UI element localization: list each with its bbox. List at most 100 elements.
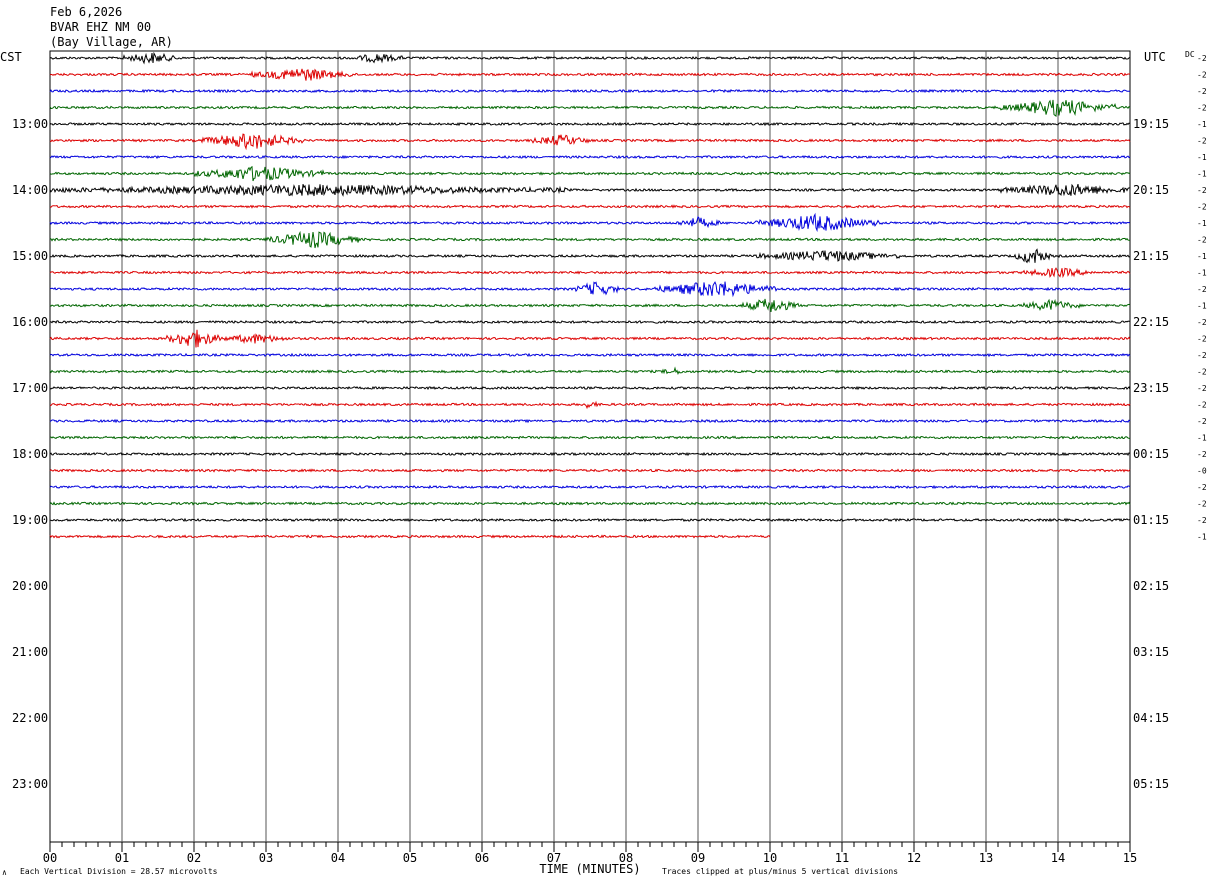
- x-tick-label: 10: [763, 851, 777, 865]
- dc-offset-label: -2: [1197, 186, 1207, 195]
- cst-axis-title: CST: [0, 50, 22, 64]
- cst-hour-label: 21:00: [12, 645, 48, 659]
- seismic-trace: [49, 366, 1131, 376]
- seismic-trace: [49, 517, 1131, 523]
- cst-hour-label: 14:00: [12, 183, 48, 197]
- dc-offset-label: -2: [1197, 137, 1207, 146]
- utc-hour-label: 00:15: [1133, 447, 1169, 461]
- seismic-trace: [49, 418, 1131, 424]
- dc-offset-label: -1: [1197, 269, 1207, 278]
- dc-label: DC: [1185, 50, 1195, 59]
- dc-offset-label: -1: [1197, 252, 1207, 261]
- dc-offset-label: -2: [1197, 71, 1207, 80]
- dc-offset-label: -2: [1197, 417, 1207, 426]
- seismic-trace: [49, 352, 1131, 358]
- dc-offset-label: -2: [1197, 483, 1207, 492]
- seismic-trace: [49, 230, 1131, 249]
- x-tick-label: 12: [907, 851, 921, 865]
- cst-hour-label: 13:00: [12, 117, 48, 131]
- seismic-trace: [49, 88, 1130, 94]
- seismic-trace: [49, 329, 1131, 348]
- seismic-trace: [49, 298, 1131, 312]
- seismogram-chart: CST UTC DC TIME (MINUTES) 00 01 02 03 04 05 06…: [0, 50, 1207, 876]
- utc-hour-label: 22:15: [1133, 315, 1169, 329]
- x-tick-label: 03: [259, 851, 273, 865]
- x-tick-label: 07: [547, 851, 561, 865]
- seismic-trace: [49, 451, 1131, 457]
- seismic-trace: [49, 484, 1131, 490]
- dc-offset-label: -1: [1197, 153, 1207, 162]
- dc-offset-label: -2: [1197, 516, 1207, 525]
- dc-offset-label: -1: [1197, 120, 1207, 129]
- cst-hour-label: 18:00: [12, 447, 48, 461]
- x-tick-label: 00: [43, 851, 57, 865]
- clipped-note: Traces clipped at plus/minus 5 vertical …: [662, 867, 899, 876]
- x-tick-label: 02: [187, 851, 201, 865]
- cst-hour-label: 20:00: [12, 579, 48, 593]
- division-note: Each Vertical Division = 28.57 microvolt…: [20, 867, 218, 876]
- cst-hour-label: 19:00: [12, 513, 48, 527]
- cst-hour-label: 17:00: [12, 381, 48, 395]
- seismic-trace: [49, 212, 1131, 233]
- seismic-trace: [49, 154, 1131, 160]
- utc-hour-label: 01:15: [1133, 513, 1169, 527]
- dc-offset-label: -2: [1197, 318, 1207, 327]
- utc-hour-label: 19:15: [1133, 117, 1169, 131]
- cst-hour-label: 15:00: [12, 249, 48, 263]
- seismic-trace: [49, 183, 1130, 197]
- dc-offset-label: -0: [1197, 467, 1207, 476]
- seismic-trace: [49, 248, 1131, 264]
- x-tick-label: 06: [475, 851, 489, 865]
- dc-offset-label: -1: [1197, 533, 1207, 542]
- seismic-trace: [49, 468, 1131, 473]
- x-tick-label: 08: [619, 851, 633, 865]
- seismic-trace: [49, 435, 1131, 440]
- seismic-trace: [49, 51, 1131, 65]
- dc-offset-label: -2: [1197, 54, 1207, 63]
- dc-offset-label: -1: [1197, 302, 1207, 311]
- utc-hour-label: 23:15: [1133, 381, 1169, 395]
- x-tick-label: 05: [403, 851, 417, 865]
- x-tick-label: 15: [1123, 851, 1137, 865]
- cst-hour-label: 22:00: [12, 711, 48, 725]
- dc-offset-label: -2: [1197, 500, 1207, 509]
- seismic-trace: [49, 385, 1131, 391]
- x-tick-label: 09: [691, 851, 705, 865]
- x-tick-label: 13: [979, 851, 993, 865]
- seismic-trace: [49, 281, 1131, 298]
- cst-hour-label: 23:00: [12, 777, 48, 791]
- utc-hour-label: 20:15: [1133, 183, 1169, 197]
- dc-offset-label: -2: [1197, 87, 1207, 96]
- dc-offset-label: -2: [1197, 236, 1207, 245]
- utc-hour-label: 21:15: [1133, 249, 1169, 263]
- seismic-trace: [49, 204, 1131, 209]
- seismic-trace: [49, 165, 1131, 182]
- dc-offset-label: -2: [1197, 401, 1207, 410]
- dc-offset-label: -2: [1197, 450, 1207, 459]
- utc-hour-label: 02:15: [1133, 579, 1169, 593]
- plot-frame: [49, 50, 1131, 843]
- seismic-trace: [49, 68, 1131, 81]
- seismic-trace: [49, 121, 1131, 127]
- seismic-trace: [49, 319, 1131, 325]
- seismic-trace: [49, 400, 1131, 410]
- x-tick-label: 14: [1051, 851, 1065, 865]
- seismic-trace: [49, 267, 1131, 279]
- dc-offset-label: -2: [1197, 335, 1207, 344]
- seismic-trace: [49, 501, 1131, 506]
- x-tick-label: 04: [331, 851, 345, 865]
- seismic-trace: [49, 99, 1131, 118]
- dc-offset-label: -1: [1197, 434, 1207, 443]
- utc-hour-label: 05:15: [1133, 777, 1169, 791]
- utc-hour-label: 04:15: [1133, 711, 1169, 725]
- dc-offset-label: -2: [1197, 285, 1207, 294]
- corner-mark: ∧: [2, 868, 7, 877]
- dc-offset-label: -2: [1197, 384, 1207, 393]
- utc-axis-title: UTC: [1144, 50, 1166, 64]
- x-tick-label: 11: [835, 851, 849, 865]
- utc-hour-label: 03:15: [1133, 645, 1169, 659]
- dc-offset-label: -2: [1197, 351, 1207, 360]
- dc-offset-label: -2: [1197, 104, 1207, 113]
- cst-hour-label: 16:00: [12, 315, 48, 329]
- dc-offset-label: -1: [1197, 219, 1207, 228]
